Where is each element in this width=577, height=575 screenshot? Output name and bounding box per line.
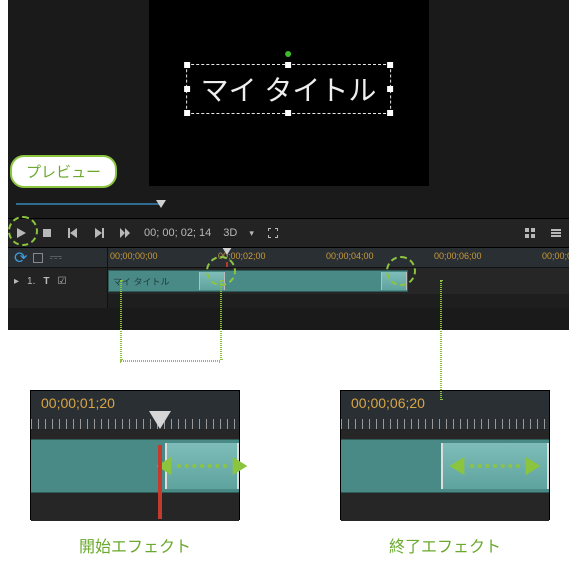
zoom-ruler[interactable]: 00;00;06;20 [341,391,549,429]
title-text: マイ タイトル [201,75,377,106]
ruler-tick: 00;00;04;00 [326,251,374,261]
resize-handle-bl[interactable] [184,110,190,116]
list-view-icon[interactable] [549,226,563,240]
zoom-clip-area[interactable] [31,429,239,521]
sync-icon[interactable]: ⟳ [14,248,27,268]
resize-handle-rm[interactable] [387,86,393,92]
zoom-ruler[interactable]: 00;00;01;20 [31,391,239,429]
drag-arrows [446,455,544,477]
expand-icon[interactable]: ▸ [14,276,19,287]
zoom-transition-region[interactable] [441,443,549,489]
resize-handle-tm[interactable] [286,62,292,68]
zoom-playhead[interactable] [149,411,171,429]
zoom-label-start: 開始エフェクト [79,533,191,557]
resize-handle-bm[interactable] [286,110,292,116]
resize-handle-tl[interactable] [184,62,190,68]
title-text-box[interactable]: マイ タイトル [186,64,392,114]
visibility-icon[interactable]: ☑ [57,276,66,287]
connector-line [440,280,442,400]
fullscreen-icon[interactable] [266,226,280,240]
clip-area[interactable]: マイ タイトル [108,268,569,294]
zoom-clip[interactable] [341,439,549,493]
mini-scrubber[interactable] [16,200,316,208]
callout-preview: プレビュー [10,155,117,188]
rotation-pivot[interactable] [286,51,292,57]
zoom-timecode: 00;00;01;20 [41,395,115,411]
zoom-transition-region[interactable] [165,443,239,489]
resize-handle-br[interactable] [387,110,393,116]
connector-line [220,280,222,360]
resize-handle-tr[interactable] [387,62,393,68]
zoom-panel-end: 00;00;06;20 終了エフェクト [340,390,550,520]
time-ruler[interactable]: 00;00;00;00 00;00;02;00 00;00;04;00 00;0… [108,248,569,268]
step-fwd-button[interactable] [92,226,106,240]
dropdown-icon[interactable]: ▾ [249,228,254,239]
highlight-out-transition [386,256,416,286]
ruler-tick: 00;00;06;00 [434,251,482,261]
ruler-tick: 00;00;08;10 [542,251,569,261]
transport-bar: 00; 00; 02; 14 3D ▾ [8,218,569,248]
callout-preview-label: プレビュー [26,164,101,181]
grid-view-icon[interactable] [523,226,537,240]
playhead[interactable] [222,248,232,255]
ruler-tick: 00;00;00;00 [110,251,158,261]
mini-scrubber-thumb[interactable] [156,200,166,208]
mini-scrubber-progress [16,203,161,205]
zoom-timecode: 00;00;06;20 [351,395,425,411]
zoom-clip[interactable] [31,439,239,493]
track-toggle-a[interactable] [33,253,43,263]
zoom-panel-start: 00;00;01;20 開始エフェクト [30,390,240,520]
highlight-play-button [8,216,38,246]
highlight-in-transition [206,256,236,286]
zoom-label-end: 終了エフェクト [389,533,501,557]
connector-line [120,280,122,360]
track-index: 1. [27,276,35,287]
snap-icon[interactable]: ⎓ [49,249,62,267]
text-track-icon: T [43,276,49,287]
resize-handle-lm[interactable] [184,86,190,92]
ruler-ticks [341,419,549,429]
preview-canvas[interactable]: マイ タイトル [149,0,429,186]
zoom-clip-area[interactable] [341,429,549,521]
ruler-ticks [31,419,239,429]
stop-button[interactable] [40,226,54,240]
track-header: ⟳ ⎓ ▸ 1. T ☑ [8,248,108,308]
connector-line [120,360,220,362]
title-clip[interactable]: マイ タイトル [108,270,408,292]
fast-fwd-button[interactable] [118,226,132,240]
drag-arrows [153,455,251,477]
step-back-button[interactable] [66,226,80,240]
timecode-display[interactable]: 00; 00; 02; 14 [144,227,211,239]
mode-3d-toggle[interactable]: 3D [223,227,237,239]
timeline-panel: ⟳ ⎓ ▸ 1. T ☑ 00;00;00;00 00;00;02;00 00;… [8,248,569,308]
